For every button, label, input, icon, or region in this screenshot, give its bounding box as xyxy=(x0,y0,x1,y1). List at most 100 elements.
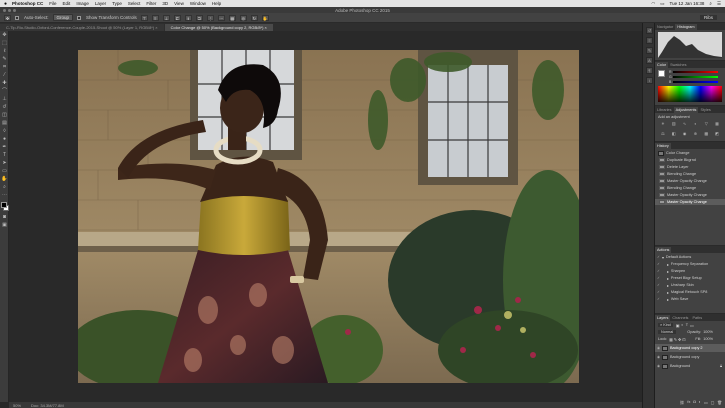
action-item[interactable]: ✓ ▸ Unsharp Skin xyxy=(655,282,725,288)
menu-app-name[interactable]: Photoshop CC xyxy=(12,1,43,6)
action-item[interactable]: ✓ ▸ Web Save xyxy=(655,296,725,302)
history-brush-tool-icon[interactable]: ↺ xyxy=(1,104,8,111)
info-panel-icon[interactable]: i xyxy=(646,77,653,84)
hue-sat-icon[interactable]: ▦ xyxy=(712,121,722,130)
tab-actions[interactable]: Actions xyxy=(655,247,672,253)
tab-color[interactable]: Color xyxy=(655,62,669,68)
channel-mixer-icon[interactable]: ⊕ xyxy=(690,131,700,140)
menu-layer[interactable]: Layer xyxy=(95,1,106,6)
color-spectrum[interactable] xyxy=(658,86,722,102)
color-slider-r[interactable] xyxy=(673,71,718,73)
menu-3d[interactable]: 3D xyxy=(162,1,168,6)
properties-panel-icon[interactable]: ≡ xyxy=(646,37,653,44)
layer-visibility-icon[interactable]: ◉ xyxy=(655,364,662,368)
levels-icon[interactable]: ▥ xyxy=(669,121,679,130)
menu-type[interactable]: Type xyxy=(112,1,122,6)
move-tool-preset-icon[interactable]: ✥ xyxy=(4,14,11,21)
gradient-tool-icon[interactable]: ▤ xyxy=(1,120,8,127)
action-item[interactable]: ✓ ▸ Preset Bkgr Setup xyxy=(655,275,725,281)
close-window-icon[interactable] xyxy=(3,8,6,12)
curves-icon[interactable]: ∿ xyxy=(680,121,690,130)
fill-value[interactable]: 100% xyxy=(703,337,713,341)
filter-type-icon[interactable]: T xyxy=(686,323,688,327)
quick-mask-icon[interactable]: ◙ xyxy=(1,214,8,221)
quick-select-tool-icon[interactable]: ✎ xyxy=(1,56,8,63)
link-layers-icon[interactable]: ⛓ xyxy=(680,400,685,405)
filter-adjust-icon[interactable]: ◐ xyxy=(681,323,683,327)
tab-channels[interactable]: Channels xyxy=(670,315,690,321)
3d-rotate-icon[interactable]: ↻ xyxy=(250,14,258,21)
spotlight-icon[interactable]: ⌕ xyxy=(709,1,712,6)
tab-color-change[interactable]: Color Change @ 50% (Background copy 2, R… xyxy=(164,24,273,31)
more-tools-icon[interactable]: ⋯ xyxy=(1,192,8,199)
new-layer-icon[interactable]: ▢ xyxy=(711,400,715,405)
zoom-level[interactable]: 50% xyxy=(13,403,21,408)
auto-select-dropdown[interactable]: Group xyxy=(52,14,74,21)
auto-select-checkbox[interactable] xyxy=(15,15,19,20)
color-fg-swatch[interactable] xyxy=(658,70,665,77)
action-item[interactable]: ✓ ▸ Frequency Separation xyxy=(655,261,725,267)
transform-controls-checkbox[interactable] xyxy=(77,15,82,20)
color-slider-b[interactable] xyxy=(673,81,718,83)
distribute-icon[interactable]: ⋮ xyxy=(206,14,214,21)
align-center-icon[interactable]: ‖ xyxy=(184,14,192,21)
tab-layers[interactable]: Layers xyxy=(655,315,671,321)
dodge-tool-icon[interactable]: ● xyxy=(1,136,8,143)
history-item[interactable]: Master Opacity Change xyxy=(655,192,725,198)
invert-icon[interactable]: ◩ xyxy=(712,131,722,140)
marquee-tool-icon[interactable]: ⬚ xyxy=(1,40,8,47)
layer-row[interactable]: ◉ Background 🔒︎ xyxy=(655,362,725,370)
opacity-value[interactable]: 100% xyxy=(703,330,713,334)
layer-style-icon[interactable]: fx xyxy=(687,400,690,404)
menu-file[interactable]: File xyxy=(49,1,56,6)
color-slider-g[interactable] xyxy=(673,76,718,78)
delete-layer-icon[interactable]: 🗑︎ xyxy=(717,400,722,405)
minimize-window-icon[interactable] xyxy=(8,8,11,12)
3d-pan-icon[interactable]: ✋ xyxy=(261,14,269,21)
wifi-icon[interactable]: ◠ xyxy=(651,1,655,7)
healing-brush-tool-icon[interactable]: ✚ xyxy=(1,80,8,87)
zoom-window-icon[interactable] xyxy=(13,8,16,12)
layer-visibility-icon[interactable]: ◉ xyxy=(655,346,662,350)
workspace-switcher[interactable]: Ribs xyxy=(699,15,717,20)
add-mask-icon[interactable]: ◘ xyxy=(693,400,695,404)
blend-mode-dropdown[interactable]: Normal xyxy=(658,330,677,334)
move-tool-icon[interactable]: ✥ xyxy=(1,32,8,39)
character-panel-icon[interactable]: A xyxy=(646,57,653,64)
tab-paths[interactable]: Paths xyxy=(690,315,704,321)
tab-navigator[interactable]: Navigator xyxy=(655,24,675,30)
auto-align-icon[interactable]: ▦ xyxy=(228,14,236,21)
align-top-icon[interactable]: ⊤ xyxy=(140,14,148,21)
tab-swatches[interactable]: Swatches xyxy=(668,62,688,68)
layer-kind-filter[interactable]: ⌕ Kind xyxy=(658,323,673,327)
tab-styles[interactable]: Styles xyxy=(698,107,712,113)
foreground-color-swatch[interactable] xyxy=(1,202,7,208)
menu-image[interactable]: Image xyxy=(76,1,89,6)
photo-filter-icon[interactable]: ◉ xyxy=(680,131,690,140)
menu-window[interactable]: Window xyxy=(190,1,206,6)
menu-select[interactable]: Select xyxy=(128,1,141,6)
tab-oxford-shoot[interactable]: C-Tip-Rio-Studio-Oxford-Conference-Coupl… xyxy=(0,24,164,31)
menu-view[interactable]: View xyxy=(174,1,184,6)
doc-size[interactable]: Doc: 34.3M/77.8M xyxy=(31,403,64,408)
menu-filter[interactable]: Filter xyxy=(146,1,156,6)
history-item[interactable]: Master Opacity Change xyxy=(655,178,725,184)
clone-stamp-tool-icon[interactable]: ⊥ xyxy=(1,96,8,103)
type-tool-icon[interactable]: T xyxy=(1,152,8,159)
apple-menu-icon[interactable]: ● xyxy=(4,1,7,7)
lock-icon[interactable]: ▦ ✎ ✥ ⊡ xyxy=(669,337,685,342)
brush-tool-icon[interactable]: ⌒ xyxy=(1,88,8,95)
notification-icon[interactable]: ☰ xyxy=(717,1,721,7)
bw-icon[interactable]: ◧ xyxy=(669,131,679,140)
menu-help[interactable]: Help xyxy=(212,1,221,6)
eraser-tool-icon[interactable]: ◫ xyxy=(1,112,8,119)
tab-adjustments[interactable]: Adjustments xyxy=(673,107,699,113)
distribute-h-icon[interactable]: ⋯ xyxy=(217,14,225,21)
canvas-area[interactable] xyxy=(9,31,642,402)
path-select-tool-icon[interactable]: ➤ xyxy=(1,160,8,167)
history-item[interactable]: Delete Layer xyxy=(655,164,725,170)
layer-visibility-icon[interactable]: ◉ xyxy=(655,355,662,359)
zoom-tool-icon[interactable]: ⌕ xyxy=(1,184,8,191)
tab-history[interactable]: History xyxy=(655,143,671,149)
menubar-clock[interactable]: Tue 12 Jan 16:38 xyxy=(670,1,705,6)
